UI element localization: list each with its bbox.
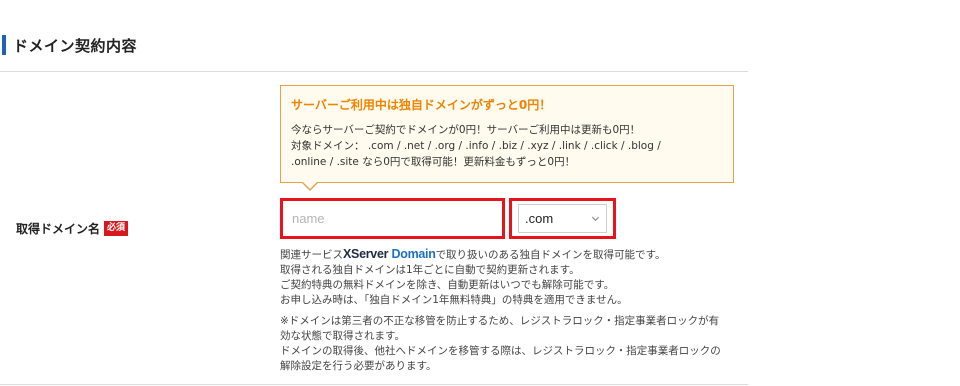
tld-select-highlight: .com	[509, 198, 616, 239]
section-title: ドメイン契約内容	[13, 36, 138, 55]
domain-name-input[interactable]	[283, 201, 502, 236]
promo-line: 対象ドメイン： .com / .net / .org / .info / .bi…	[291, 140, 661, 152]
promo-line: .online / .site なら0円で取得可能！更新料金もずっと0円！	[291, 156, 576, 168]
promo-line: 今ならサーバーご契約でドメインが0円！サーバーご利用中は更新も0円！	[291, 124, 641, 136]
domain-name-label: 取得ドメイン名	[16, 222, 101, 236]
note-suffix: で取り扱いのある独自ドメインを取得可能です。	[435, 249, 666, 261]
caution-line: ドメインの取得後、他社へドメインを移管する際は、レジストラロック・指定事業者ロッ…	[280, 345, 721, 357]
promo-callout: サーバーご利用中は独自ドメインがずっと0円！ 今ならサーバーご契約でドメインが0…	[280, 85, 734, 191]
tld-selected-value: .com	[525, 211, 554, 226]
caution-line: 効な状態で取得されます。	[280, 330, 405, 342]
note-line: 取得される独自ドメインは1年ごとに自動で契約更新されます。	[280, 264, 580, 276]
domain-logo-text: Domain	[391, 247, 436, 261]
domain-notes: 関連サービスXServer Domainで取り扱いのある独自ドメインを取得可能で…	[280, 247, 750, 374]
note-line-service: 関連サービスXServer Domainで取り扱いのある独自ドメインを取得可能で…	[280, 247, 750, 263]
divider	[0, 71, 748, 72]
required-badge: 必須	[104, 221, 129, 236]
divider	[0, 384, 748, 385]
section-accent-bar	[2, 35, 6, 55]
field-label-row: 取得ドメイン名 必須	[16, 220, 129, 237]
section-header: ドメイン契約内容	[2, 34, 137, 56]
xserver-logo-text: XServer	[343, 247, 389, 261]
tld-select[interactable]: .com	[518, 204, 607, 233]
caution-line: 解除設定を行う必要があります。	[280, 360, 437, 372]
caution-line: ※ドメインは第三者の不正な移管を防止するため、レジストラロック・指定事業者ロック…	[280, 315, 720, 327]
note-line: お申し込み時は、「独自ドメイン1年無料特典」の特典を適用できません。	[280, 294, 628, 306]
domain-name-input-highlight	[280, 198, 505, 239]
callout-pointer-fill	[302, 181, 318, 189]
note-line: ご契約特典の無料ドメインを除き、自動更新はいつでも解除可能です。	[280, 279, 615, 291]
chevron-down-icon	[591, 216, 600, 222]
note-prefix: 関連サービス	[280, 249, 343, 261]
promo-heading: サーバーご利用中は独自ドメインがずっと0円！	[291, 98, 552, 112]
